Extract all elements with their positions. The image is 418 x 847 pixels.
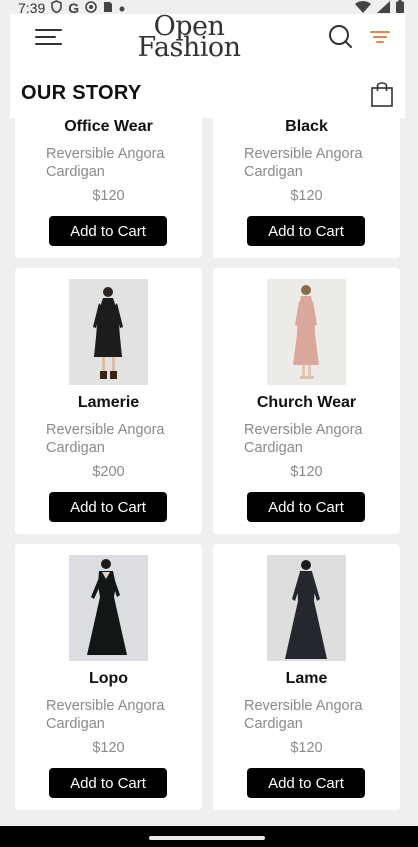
product-image[interactable] [69,555,148,661]
product-image[interactable] [69,279,148,385]
product-image[interactable] [267,555,346,661]
product-name: Lame [285,670,328,687]
product-image[interactable] [267,279,346,385]
system-nav-bar [0,826,418,847]
add-to-cart-button[interactable]: Add to Cart [49,216,167,246]
add-to-cart-button[interactable]: Add to Cart [49,768,167,798]
product-price: $120 [290,188,323,204]
dot-icon [119,1,125,15]
product-card[interactable]: Lamerie Reversible Angora Cardigan $200 … [15,268,202,534]
product-name: Lamerie [77,394,140,411]
product-name: Lopo [88,670,129,687]
product-price: $120 [290,740,323,756]
product-name: Church Wear [256,394,357,411]
logo-line-2: Fashion [137,32,241,63]
add-to-cart-button[interactable]: Add to Cart [49,492,167,522]
shopping-bag-icon[interactable] [370,80,394,108]
search-icon[interactable] [328,24,354,50]
product-card[interactable]: Black Reversible Angora Cardigan $120 Ad… [213,118,400,258]
product-card[interactable]: Lopo Reversible Angora Cardigan $120 Add… [15,544,202,810]
product-grid: Office Wear Reversible Angora Cardigan $… [15,118,400,810]
filter-icon[interactable] [370,28,392,46]
product-description: Reversible Angora Cardigan [46,698,165,732]
product-name: Black [285,118,328,135]
page-title: OUR STORY [21,82,142,104]
product-price: $120 [92,188,125,204]
product-description: Reversible Angora Cardigan [46,146,165,180]
product-description: Reversible Angora Cardigan [244,698,363,732]
product-card[interactable]: Office Wear Reversible Angora Cardigan $… [15,118,202,258]
product-name: Office Wear [64,118,153,135]
add-to-cart-button[interactable]: Add to Cart [247,216,365,246]
product-price: $120 [290,464,323,480]
home-gesture-handle[interactable] [149,836,265,840]
product-price: $120 [92,740,125,756]
google-icon: G [68,0,80,16]
product-description: Reversible Angora Cardigan [46,422,165,456]
add-to-cart-button[interactable]: Add to Cart [247,768,365,798]
menu-icon[interactable] [35,26,63,48]
product-description: Reversible Angora Cardigan [244,146,363,180]
product-description: Reversible Angora Cardigan [244,422,363,456]
product-price: $200 [92,464,125,480]
product-card[interactable]: Church Wear Reversible Angora Cardigan $… [213,268,400,534]
brand-logo[interactable]: Open Fashion [134,13,244,64]
product-card[interactable]: Lame Reversible Angora Cardigan $120 Add… [213,544,400,810]
add-to-cart-button[interactable]: Add to Cart [247,492,365,522]
app-header: Open Fashion OUR STORY [10,13,405,118]
